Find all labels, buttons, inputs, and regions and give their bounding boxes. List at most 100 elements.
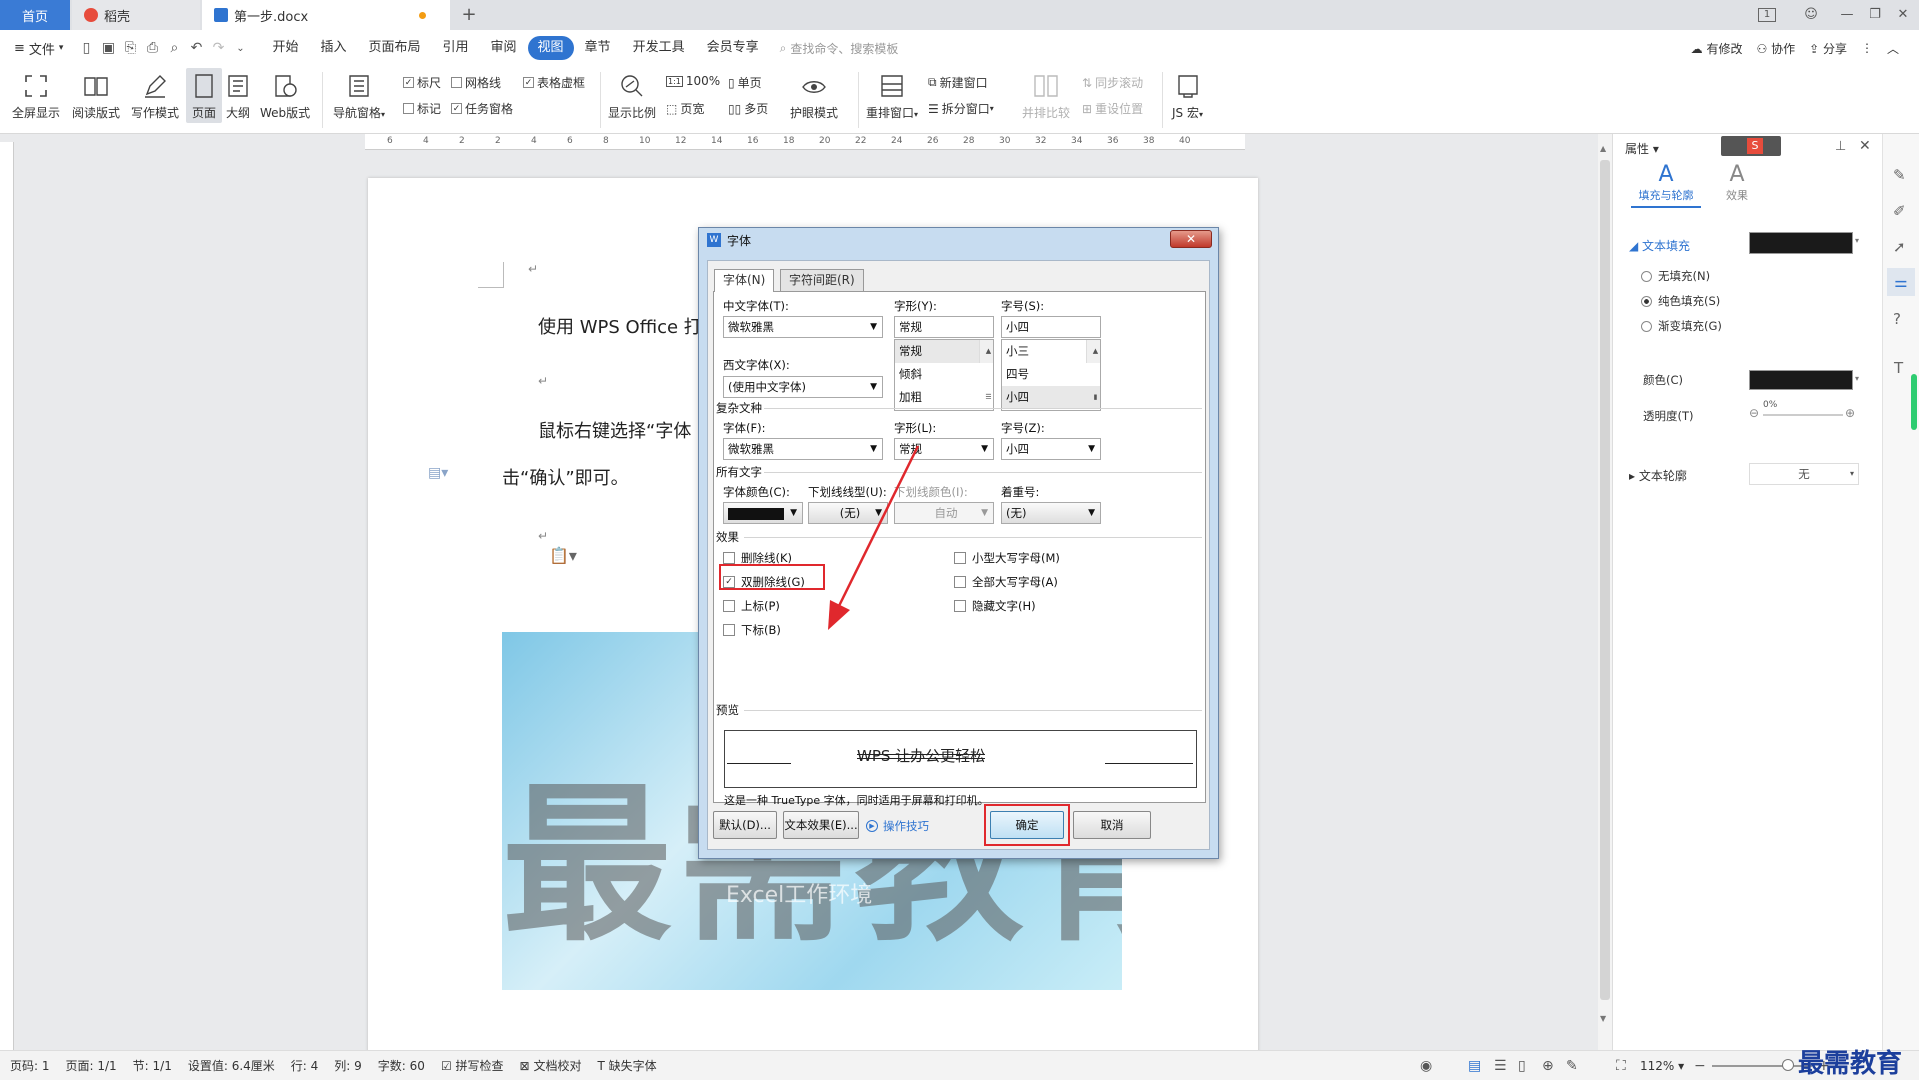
new-doc-icon[interactable]: ▯ <box>75 37 97 59</box>
revision-button[interactable]: ☁ 有修改 <box>1691 40 1743 57</box>
west-font-select[interactable]: (使用中文字体) ▼ <box>723 376 883 398</box>
undo-icon[interactable]: ↶ <box>185 37 207 59</box>
scroll-up-icon[interactable]: ▲ <box>1600 144 1610 153</box>
solid-fill-radio[interactable]: 纯色填充(S) <box>1641 293 1720 309</box>
web-view-icon[interactable]: ⊕ <box>1542 1058 1554 1074</box>
properties-toggle-icon[interactable]: ⚌ <box>1887 268 1915 296</box>
gradient-fill-radio[interactable]: 渐变填充(G) <box>1641 318 1722 334</box>
nav-pane-button[interactable]: 导航窗格▾ <box>333 72 385 121</box>
all-caps-checkbox[interactable]: 全部大写字母(A) <box>954 574 1058 590</box>
tab-home[interactable]: 首页 <box>0 0 70 30</box>
style-input[interactable]: 常规 <box>894 316 994 338</box>
new-window-button[interactable]: ⧉ 新建窗口 <box>928 74 988 91</box>
text-fill-color-swatch[interactable] <box>1749 232 1853 254</box>
doc-line-1[interactable]: 使用 WPS Office 打开 <box>538 313 720 339</box>
text-outline-section[interactable]: ▸ 文本轮廓 <box>1629 467 1687 484</box>
default-button[interactable]: 默认(D)... <box>713 811 777 839</box>
js-macro-button[interactable]: JS 宏▾ <box>1172 72 1203 121</box>
zoom-slider[interactable] <box>1712 1065 1812 1067</box>
help-icon[interactable]: ? <box>1893 310 1901 328</box>
multi-page-button[interactable]: ▯▯ 多页 <box>728 100 768 117</box>
panel-close-icon[interactable]: ✕ <box>1859 138 1871 154</box>
dialog-close-button[interactable]: ✕ <box>1170 230 1212 248</box>
tab-font[interactable]: 字体(N) <box>714 269 775 292</box>
text-effect-button[interactable]: 文本效果(E)... <box>783 811 859 839</box>
chevron-down-icon[interactable]: ▾ <box>1855 374 1859 383</box>
mark-checkbox[interactable]: 标记 <box>403 100 441 117</box>
size-list[interactable]: 小三 四号 小四 ▲▮▼ <box>1001 339 1101 447</box>
paragraph-option-icon[interactable]: ▤▾ <box>428 465 448 481</box>
export-pdf-icon[interactable]: ⎘ <box>119 37 141 59</box>
scrollbar-thumb[interactable] <box>1600 160 1610 1000</box>
single-page-button[interactable]: ▯ 单页 <box>728 74 762 91</box>
tab-effect[interactable]: A 效果 <box>1717 162 1757 203</box>
fit-page-icon[interactable]: ⛶ <box>1616 1058 1626 1074</box>
reset-position-button[interactable]: ⊞ 重设位置 <box>1082 100 1143 117</box>
page-view-button[interactable]: 页面 <box>186 68 222 123</box>
collapse-ribbon-icon[interactable]: ︿ <box>1887 40 1899 57</box>
side-by-side-button[interactable]: 并排比较 <box>1022 72 1070 121</box>
pin-icon[interactable]: ⊥ <box>1835 139 1846 154</box>
text-icon[interactable]: T <box>1894 359 1903 377</box>
zoom-level[interactable]: 112% ▾ <box>1640 1059 1684 1073</box>
write-view-icon[interactable]: ✎ <box>1566 1058 1578 1074</box>
redo-icon[interactable]: ↷ <box>207 37 229 59</box>
vertical-scrollbar[interactable]: ▲ ▼ <box>1598 134 1612 1050</box>
page-count[interactable]: 页面: 1/1 <box>66 1057 117 1074</box>
style-option[interactable]: 倾斜 <box>895 363 993 386</box>
row-number[interactable]: 行: 4 <box>291 1057 319 1074</box>
customize-chevron-icon[interactable]: ⌄ <box>229 37 251 59</box>
list-scrollbar[interactable]: ▲☰▼ <box>979 340 993 447</box>
zoom-ratio-button[interactable]: 显示比例 <box>608 72 656 121</box>
tab-char-spacing[interactable]: 字符间距(R) <box>780 269 864 291</box>
complex-size-select[interactable]: 小四 ▼ <box>1001 438 1101 460</box>
scroll-down-icon[interactable]: ▼ <box>1600 1014 1606 1023</box>
menu-home[interactable]: 开始 <box>261 36 309 60</box>
write-mode-button[interactable]: 写作模式 <box>131 72 179 121</box>
command-search[interactable]: ⌕ 查找命令、搜索模板 <box>780 40 899 57</box>
paste-options-icon[interactable]: 📋▾ <box>549 546 577 565</box>
missing-font-button[interactable]: T 缺失字体 <box>597 1057 656 1074</box>
edit-icon[interactable]: ✐ <box>1893 202 1906 220</box>
table-gridlines-checkbox[interactable]: ✓ 表格虚框 <box>523 74 585 91</box>
close-icon[interactable]: ✕ <box>1892 5 1914 25</box>
more-icon[interactable]: ⋮ <box>1861 41 1873 55</box>
size-option[interactable]: 小四 <box>1002 386 1100 409</box>
subscript-checkbox[interactable]: 下标(B) <box>723 622 781 638</box>
cn-font-select[interactable]: 微软雅黑 ▼ <box>723 316 883 338</box>
no-fill-radio[interactable]: 无填充(N) <box>1641 268 1710 284</box>
dialog-title-bar[interactable]: W 字体 <box>699 228 1218 252</box>
task-pane-checkbox[interactable]: ✓ 任务窗格 <box>451 100 513 117</box>
menu-chapter[interactable]: 章节 <box>574 36 622 60</box>
setting-value[interactable]: 设置值: 6.4厘米 <box>188 1057 275 1074</box>
menu-view[interactable]: 视图 <box>527 36 574 60</box>
menu-review[interactable]: 审阅 <box>480 36 528 60</box>
read-view-icon[interactable]: ▯ <box>1518 1058 1526 1074</box>
cursor-icon[interactable]: ➚ <box>1893 238 1906 256</box>
tab-daoke[interactable]: 稻壳 <box>72 0 200 30</box>
section-count[interactable]: 节: 1/1 <box>133 1057 172 1074</box>
menu-page-layout[interactable]: 页面布局 <box>357 36 431 60</box>
minimize-icon[interactable]: — <box>1836 5 1858 25</box>
plus-icon[interactable]: ⊕ <box>1845 406 1855 420</box>
property-panel-title[interactable]: 属性 ▾ <box>1625 140 1659 157</box>
outline-view-icon[interactable]: ☰ <box>1494 1058 1507 1074</box>
zoom-slider-thumb[interactable] <box>1782 1059 1794 1071</box>
word-count[interactable]: 字数: 60 <box>378 1057 425 1074</box>
eye-mode-icon[interactable]: ◉ <box>1420 1058 1432 1074</box>
side-slider-handle[interactable] <box>1911 374 1917 430</box>
spell-check-button[interactable]: ☑ 拼写检查 <box>441 1057 504 1074</box>
collaborate-button[interactable]: ⚇ 协作 <box>1756 40 1795 57</box>
font-color-select[interactable]: ▼ <box>723 502 803 524</box>
vertical-ruler[interactable] <box>0 142 14 1050</box>
style-list[interactable]: 常规 倾斜 加粗 ▲☰▼ <box>894 339 994 447</box>
fullscreen-button[interactable]: 全屏显示 <box>12 72 60 121</box>
page-width-button[interactable]: ⬚ 页宽 <box>666 100 704 117</box>
outline-select[interactable]: 无 ▾ <box>1749 463 1859 485</box>
small-caps-checkbox[interactable]: 小型大写字母(M) <box>954 550 1060 566</box>
hidden-text-checkbox[interactable]: 隐藏文字(H) <box>954 598 1036 614</box>
menu-developer[interactable]: 开发工具 <box>622 36 696 60</box>
print-preview-icon[interactable]: ⌕ <box>163 37 185 59</box>
horizontal-ruler[interactable]: 6 4 2 2 4 6 8 10 12 14 16 18 20 22 24 26 28 30 32 34 36 38 40 <box>365 134 1245 150</box>
outline-button[interactable]: 大纲 <box>224 72 252 121</box>
